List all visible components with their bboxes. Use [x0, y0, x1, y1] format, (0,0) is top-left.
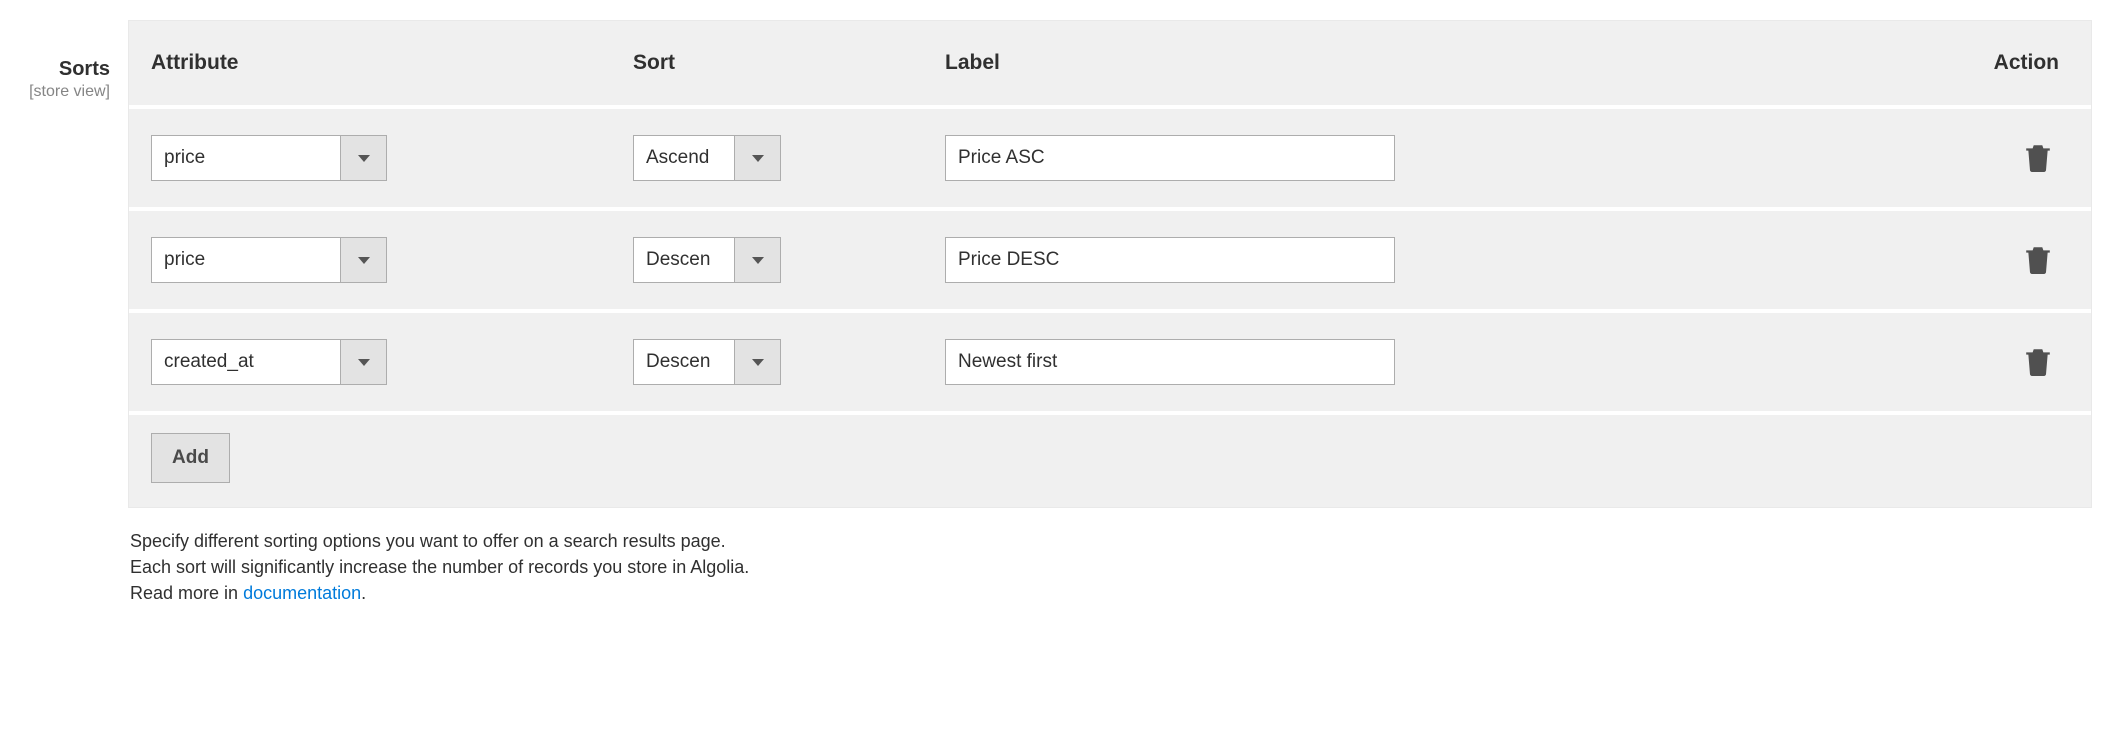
- header-attribute: Attribute: [151, 51, 633, 75]
- select-value: Descen: [634, 238, 734, 282]
- header-label: Label: [945, 51, 1437, 75]
- help-period: .: [361, 583, 366, 603]
- chevron-down-icon: [734, 340, 780, 384]
- header-action: Action: [1437, 51, 2069, 75]
- header-sort: Sort: [633, 51, 945, 75]
- trash-icon: [2025, 142, 2051, 172]
- attribute-select[interactable]: created_at: [151, 339, 387, 385]
- delete-button[interactable]: [2017, 240, 2059, 278]
- help-line: Read more in documentation.: [130, 580, 2092, 606]
- table-footer: Add: [129, 415, 2091, 507]
- add-button[interactable]: Add: [151, 433, 230, 483]
- help-prefix: Read more in: [130, 583, 243, 603]
- select-value: Descen: [634, 340, 734, 384]
- label-input[interactable]: [945, 339, 1395, 385]
- field-scope: [store view]: [0, 83, 110, 101]
- help-line: Specify different sorting options you wa…: [130, 528, 2092, 554]
- documentation-link[interactable]: documentation: [243, 583, 361, 603]
- sort-select[interactable]: Descen: [633, 339, 781, 385]
- field-title: Sorts: [0, 58, 110, 81]
- table-row: price Ascend: [129, 109, 2091, 211]
- sort-select[interactable]: Ascend: [633, 135, 781, 181]
- field-label: Sorts [store view]: [0, 20, 128, 101]
- attribute-select[interactable]: price: [151, 135, 387, 181]
- label-input[interactable]: [945, 135, 1395, 181]
- chevron-down-icon: [340, 340, 386, 384]
- attribute-select[interactable]: price: [151, 237, 387, 283]
- select-value: created_at: [152, 340, 340, 384]
- delete-button[interactable]: [2017, 342, 2059, 380]
- table-row: price Descen: [129, 211, 2091, 313]
- sorts-config-section: Sorts [store view] Attribute Sort Label …: [0, 20, 2112, 606]
- table-header: Attribute Sort Label Action: [129, 21, 2091, 109]
- chevron-down-icon: [340, 238, 386, 282]
- delete-button[interactable]: [2017, 138, 2059, 176]
- help-line: Each sort will significantly increase th…: [130, 554, 2092, 580]
- table-row: created_at Descen: [129, 313, 2091, 415]
- select-value: Ascend: [634, 136, 734, 180]
- label-input[interactable]: [945, 237, 1395, 283]
- chevron-down-icon: [340, 136, 386, 180]
- trash-icon: [2025, 244, 2051, 274]
- sorts-table: Attribute Sort Label Action price Ascend: [128, 20, 2092, 508]
- select-value: price: [152, 136, 340, 180]
- chevron-down-icon: [734, 136, 780, 180]
- chevron-down-icon: [734, 238, 780, 282]
- sorts-main: Attribute Sort Label Action price Ascend: [128, 20, 2112, 606]
- sort-select[interactable]: Descen: [633, 237, 781, 283]
- trash-icon: [2025, 346, 2051, 376]
- help-text: Specify different sorting options you wa…: [128, 508, 2092, 606]
- select-value: price: [152, 238, 340, 282]
